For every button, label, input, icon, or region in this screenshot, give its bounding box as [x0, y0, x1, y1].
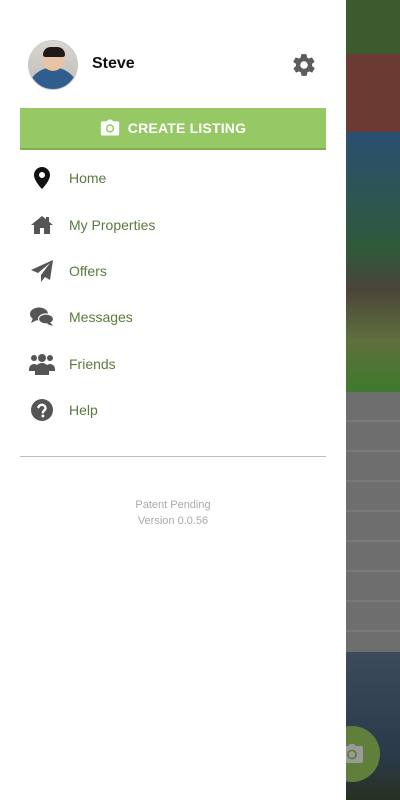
menu-item-label: Friends — [69, 355, 116, 372]
listing-photo — [346, 0, 400, 54]
listing-photo — [346, 132, 400, 392]
help-circle-icon — [20, 387, 64, 433]
listing-photo — [346, 54, 400, 132]
menu-item-label: Home — [69, 170, 107, 187]
profile-header: Steve — [28, 40, 318, 90]
listing-photo — [346, 392, 400, 652]
navigation-drawer: Steve CREATE LISTING Home My Properties — [0, 0, 346, 800]
menu-item-label: Offers — [69, 262, 107, 279]
map-pin-icon — [20, 155, 64, 201]
menu-item-friends[interactable]: Friends — [20, 341, 326, 387]
menu-item-help[interactable]: Help — [20, 387, 326, 433]
menu-item-label: Help — [69, 402, 98, 419]
patent-text: Patent Pending — [135, 499, 211, 511]
menu-item-messages[interactable]: Messages — [20, 294, 326, 340]
menu-item-offers[interactable]: Offers — [20, 248, 326, 294]
house-icon — [20, 202, 64, 248]
chat-bubbles-icon — [20, 294, 64, 340]
menu-item-home[interactable]: Home — [20, 155, 326, 201]
users-icon — [20, 341, 64, 387]
drawer-menu: Home My Properties Offers Messages Frien… — [20, 155, 326, 433]
avatar[interactable] — [28, 40, 78, 90]
app-footer: Patent Pending Version 0.0.56 — [0, 497, 346, 529]
paper-plane-icon — [20, 248, 64, 294]
menu-item-label: My Properties — [69, 216, 156, 233]
create-listing-label: CREATE LISTING — [127, 120, 247, 136]
divider — [20, 456, 326, 457]
menu-item-label: Messages — [69, 309, 133, 326]
menu-item-my-properties[interactable]: My Properties — [20, 201, 326, 247]
camera-icon — [100, 119, 119, 136]
create-listing-button[interactable]: CREATE LISTING — [20, 108, 326, 150]
gear-icon[interactable] — [291, 52, 317, 78]
version-text: Version 0.0.56 — [137, 515, 209, 527]
user-name: Steve — [92, 55, 135, 72]
